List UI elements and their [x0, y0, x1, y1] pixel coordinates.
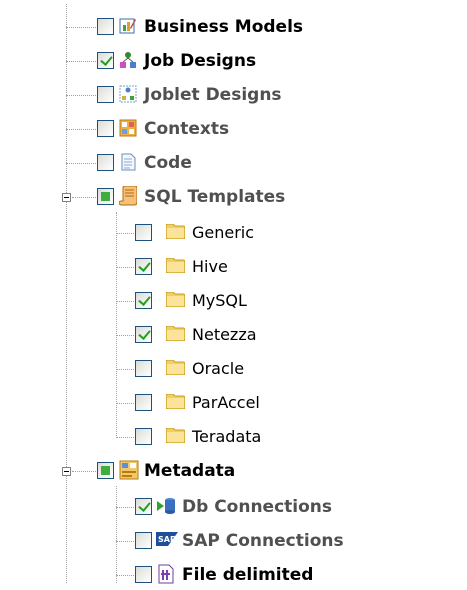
tree-connector	[116, 541, 134, 542]
tree-connector	[116, 369, 134, 370]
oracle-checkbox[interactable]	[135, 360, 152, 377]
tree-item-label: Job Designs	[144, 51, 257, 71]
tree-item-label: ParAccel	[192, 393, 260, 412]
generic-checkbox[interactable]	[135, 224, 152, 241]
tree-item-mysql[interactable]: MySQL	[0, 286, 467, 316]
sap-connection-icon: SAP	[156, 532, 178, 546]
tree-connector	[66, 129, 96, 130]
db-connections-checkbox[interactable]	[135, 498, 152, 515]
sql-template-icon	[119, 186, 137, 206]
folder-icon	[166, 224, 185, 239]
folder-icon	[166, 428, 185, 443]
top-cutoff	[0, 0, 467, 4]
tree-item-metadata[interactable]: Metadata	[0, 456, 467, 486]
tree-item-label: Oracle	[192, 359, 245, 378]
sap-connections-checkbox[interactable]	[135, 532, 152, 549]
tree-item-label: SQL Templates	[144, 187, 286, 207]
tree-item-joblet-designs[interactable]: Joblet Designs	[0, 80, 467, 110]
metadata-icon	[119, 460, 139, 480]
tree-connector	[116, 437, 134, 438]
tree-connector	[116, 301, 134, 302]
tree-item-teradata[interactable]: Teradata	[0, 422, 467, 452]
tree-item-label: Generic	[192, 223, 255, 242]
netezza-checkbox[interactable]	[135, 326, 152, 343]
job-design-icon	[120, 52, 136, 68]
tree-connector	[72, 197, 96, 198]
tree-item-paraccel[interactable]: ParAccel	[0, 388, 467, 418]
tree-connector	[116, 233, 134, 234]
sql-templates-checkbox[interactable]	[97, 188, 114, 205]
collapse-toggle[interactable]	[62, 467, 71, 476]
tree-item-label: Teradata	[192, 427, 262, 446]
tree-item-label: Db Connections	[182, 497, 333, 517]
tree-item-label: Joblet Designs	[144, 85, 282, 105]
tree-item-netezza[interactable]: Netezza	[0, 320, 467, 350]
tree-connector	[116, 575, 134, 576]
contexts-checkbox[interactable]	[97, 120, 114, 137]
business-models-checkbox[interactable]	[97, 18, 114, 35]
tree-connector	[66, 95, 96, 96]
tree-item-business-models[interactable]: Business Models	[0, 12, 467, 42]
tree-item-label: Hive	[192, 257, 228, 276]
teradata-checkbox[interactable]	[135, 428, 152, 445]
file-delimited-checkbox[interactable]	[135, 566, 152, 583]
paraccel-checkbox[interactable]	[135, 394, 152, 411]
joblet-designs-checkbox[interactable]	[97, 86, 114, 103]
tree-item-job-designs[interactable]: Job Designs	[0, 46, 467, 76]
contexts-icon	[119, 119, 137, 137]
business-model-icon	[119, 18, 136, 34]
tree-item-sql-templates[interactable]: SQL Templates	[0, 182, 467, 212]
tree-item-generic[interactable]: Generic	[0, 218, 467, 248]
tree-item-label: Netezza	[192, 325, 257, 344]
tree-connector	[116, 403, 134, 404]
tree-item-code[interactable]: Code	[0, 148, 467, 178]
mysql-checkbox[interactable]	[135, 292, 152, 309]
folder-icon	[166, 326, 185, 341]
collapse-toggle[interactable]	[62, 193, 71, 202]
tree-connector	[116, 507, 134, 508]
file-delimited-icon	[158, 564, 174, 584]
tree-item-sap-connections[interactable]: SAP SAP Connections	[0, 526, 467, 556]
folder-icon	[166, 258, 185, 273]
folder-icon	[166, 360, 185, 375]
job-designs-checkbox[interactable]	[97, 52, 114, 69]
tree-item-label: Business Models	[144, 17, 304, 37]
tree-item-label: MySQL	[192, 291, 247, 310]
repository-tree: Business Models Job Designs Joblet Desig…	[0, 0, 467, 585]
tree-connector	[116, 335, 134, 336]
tree-item-label: Metadata	[144, 461, 236, 481]
tree-item-db-connections[interactable]: Db Connections	[0, 492, 467, 522]
hive-checkbox[interactable]	[135, 258, 152, 275]
tree-connector	[72, 471, 96, 472]
tree-item-oracle[interactable]: Oracle	[0, 354, 467, 384]
tree-connector	[66, 61, 96, 62]
tree-connector	[66, 163, 96, 164]
tree-connector	[116, 267, 134, 268]
tree-item-file-delimited[interactable]: File delimited	[0, 560, 467, 590]
tree-item-contexts[interactable]: Contexts	[0, 114, 467, 144]
folder-icon	[166, 292, 185, 307]
svg-text:SAP: SAP	[158, 535, 176, 544]
code-checkbox[interactable]	[97, 154, 114, 171]
tree-item-label: SAP Connections	[182, 531, 344, 551]
tree-item-label: Contexts	[144, 119, 230, 139]
metadata-checkbox[interactable]	[97, 462, 114, 479]
code-icon	[121, 153, 136, 171]
tree-connector	[66, 27, 96, 28]
tree-item-hive[interactable]: Hive	[0, 252, 467, 282]
tree-item-label: Code	[144, 153, 192, 173]
folder-icon	[166, 394, 185, 409]
db-connection-icon	[157, 498, 175, 514]
tree-item-label: File delimited	[182, 565, 314, 585]
joblet-design-icon	[119, 85, 137, 103]
